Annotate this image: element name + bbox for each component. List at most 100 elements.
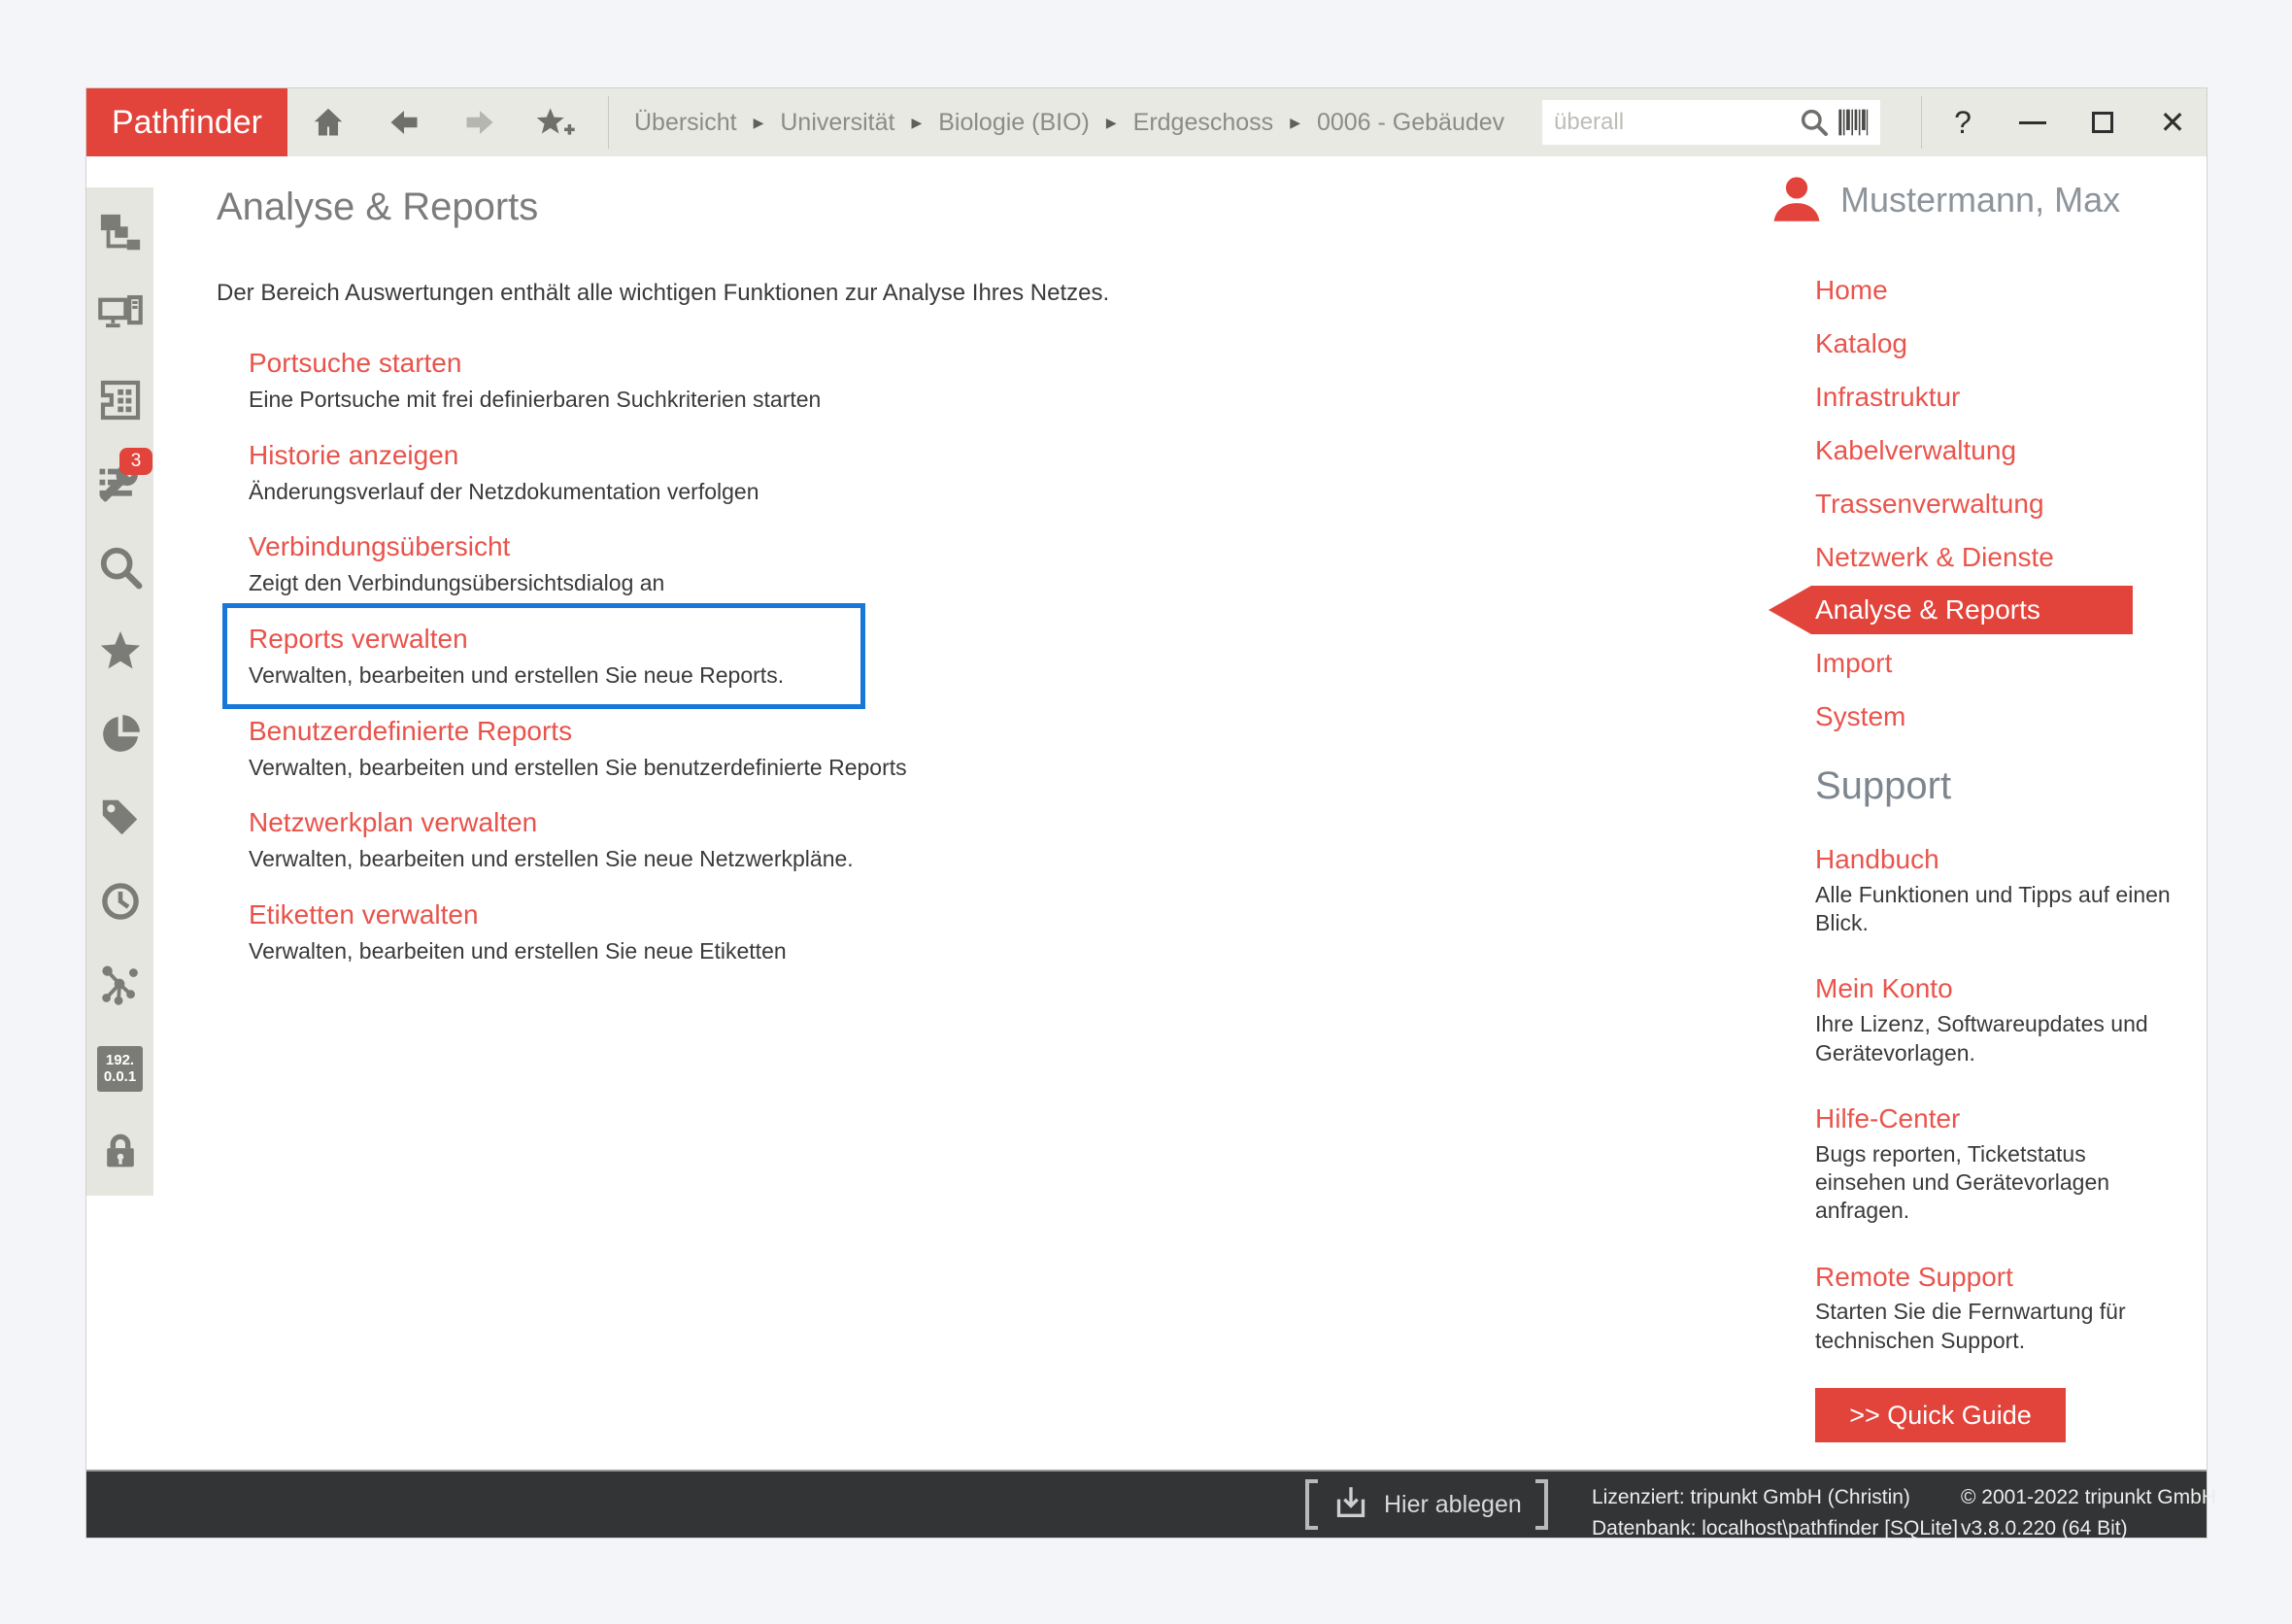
labels-icon[interactable] xyxy=(86,776,153,860)
nav-item-netzwerk-dienste[interactable]: Netzwerk & Dienste xyxy=(1769,530,2186,584)
version-line: v3.8.0.220 (64 Bit) xyxy=(1961,1513,2216,1544)
help-button[interactable]: ? xyxy=(1928,88,1998,156)
home-icon[interactable] xyxy=(307,103,350,142)
link-benutzerdefinierte-reports[interactable]: Benutzerdefinierte Reports xyxy=(249,716,572,747)
close-button[interactable]: ✕ xyxy=(2138,88,2208,156)
link-netzwerkplan-verwalten[interactable]: Netzwerkplan verwalten xyxy=(249,807,537,838)
maximize-button[interactable] xyxy=(2068,88,2138,156)
magnifier-icon[interactable] xyxy=(1797,105,1832,140)
history-icon[interactable] xyxy=(86,860,153,943)
floorplan-icon[interactable] xyxy=(86,358,153,442)
maximize-icon xyxy=(2092,112,2113,133)
ip-box: 192. 0.0.1 xyxy=(97,1046,143,1092)
link-item: Portsuche starten Eine Portsuche mit fre… xyxy=(249,348,1421,413)
license-line: Lizenziert: tripunkt GmbH (Christin) xyxy=(1592,1482,1958,1513)
support-item: Remote Support Starten Sie die Fernwartu… xyxy=(1769,1261,2176,1355)
app-logo: Pathfinder xyxy=(86,88,287,156)
plan-icon[interactable] xyxy=(86,191,153,275)
minimize-icon xyxy=(2019,121,2046,124)
nav-item-home[interactable]: Home xyxy=(1769,263,2186,317)
toolbar xyxy=(307,103,577,142)
security-icon[interactable] xyxy=(86,1110,153,1194)
link-reports-verwalten[interactable]: Reports verwalten xyxy=(249,624,468,655)
window-controls: ? ✕ xyxy=(1928,88,2208,156)
support-description: Starten Sie die Fernwartung für technisc… xyxy=(1815,1298,2176,1355)
nav-item-infrastruktur[interactable]: Infrastruktur xyxy=(1769,370,2186,423)
highlight-box: Reports verwalten Verwalten, bearbeiten … xyxy=(222,603,865,709)
breadcrumb-item[interactable]: Übersicht xyxy=(634,109,737,137)
link-item: Historie anzeigen Änderungsverlauf der N… xyxy=(249,440,1421,505)
quick-guide-button[interactable]: >> Quick Guide xyxy=(1815,1388,2066,1442)
link-item: Benutzerdefinierte Reports Verwalten, be… xyxy=(249,716,1421,781)
nav-item-trassenverwaltung[interactable]: Trassenverwaltung xyxy=(1769,477,2186,530)
back-icon[interactable] xyxy=(383,103,425,142)
main-content: Analyse & Reports Der Bereich Auswertung… xyxy=(217,186,1421,991)
user-avatar-icon xyxy=(1769,172,1825,228)
support-heading: Support xyxy=(1769,764,2186,808)
link-description: Zeigt den Verbindungsübersichtsdialog an xyxy=(249,570,1421,595)
support-description: Bugs reporten, Ticketstatus einsehen und… xyxy=(1815,1140,2176,1226)
nav-item-katalog[interactable]: Katalog xyxy=(1769,317,2186,370)
breadcrumb: Übersicht ▶ Universität ▶ Biologie (BIO)… xyxy=(634,109,1504,137)
ip-addresses-icon[interactable]: 192. 0.0.1 xyxy=(86,1027,153,1110)
drop-bracket-left xyxy=(1305,1479,1318,1530)
breadcrumb-separator-icon: ▶ xyxy=(754,115,764,131)
search-input[interactable] xyxy=(1552,108,1793,137)
support-item: Hilfe-Center Bugs reporten, Ticketstatus… xyxy=(1769,1102,2176,1226)
link-verbindungsuebersicht[interactable]: Verbindungsübersicht xyxy=(249,531,510,562)
app-window: Pathfinder Übersicht ▶ Universität ▶ Bio… xyxy=(85,87,2208,1539)
support-description: Alle Funktionen und Tipps auf einen Blic… xyxy=(1815,881,2176,938)
breadcrumb-item[interactable]: Erdgeschoss xyxy=(1133,109,1274,137)
page-intro: Der Bereich Auswertungen enthält alle wi… xyxy=(217,280,1421,307)
breadcrumb-item[interactable]: 0006 - Gebäudev xyxy=(1317,109,1504,137)
barcode-icon[interactable] xyxy=(1836,105,1871,140)
link-description: Eine Portsuche mit frei definierbaren Su… xyxy=(249,387,1421,412)
link-item: Netzwerkplan verwalten Verwalten, bearbe… xyxy=(249,807,1421,872)
left-icon-sidebar: 3 192. 0.0.1 xyxy=(86,187,153,1196)
link-description: Verwalten, bearbeiten und erstellen Sie … xyxy=(249,938,1421,964)
nav-item-kabelverwaltung[interactable]: Kabelverwaltung xyxy=(1769,423,2186,477)
breadcrumb-item[interactable]: Universität xyxy=(780,109,894,137)
controls-divider xyxy=(1921,96,1922,149)
reports-icon[interactable] xyxy=(86,693,153,776)
link-description: Verwalten, bearbeiten und erstellen Sie … xyxy=(249,755,1421,780)
user-menu[interactable]: Mustermann, Max xyxy=(1769,171,2186,229)
add-favorite-icon[interactable] xyxy=(534,103,577,142)
topology-icon[interactable] xyxy=(86,943,153,1027)
devices-icon[interactable] xyxy=(86,275,153,358)
license-info: Lizenziert: tripunkt GmbH (Christin) Dat… xyxy=(1592,1482,1958,1543)
tasks-icon[interactable]: 3 xyxy=(86,442,153,525)
link-handbuch[interactable]: Handbuch xyxy=(1815,843,1939,876)
link-mein-konto[interactable]: Mein Konto xyxy=(1815,972,1953,1005)
link-item: Verbindungsübersicht Zeigt den Verbindun… xyxy=(249,531,1421,596)
search-icon[interactable] xyxy=(86,525,153,609)
main-nav: Home Katalog Infrastruktur Kabelverwaltu… xyxy=(1769,263,2186,743)
search-box xyxy=(1542,100,1880,145)
link-description: Verwalten, bearbeiten und erstellen Sie … xyxy=(249,662,851,688)
copyright-info: © 2001-2022 tripunkt GmbH v3.8.0.220 (64… xyxy=(1961,1482,2216,1543)
nav-item-import[interactable]: Import xyxy=(1769,636,2186,690)
nav-item-system[interactable]: System xyxy=(1769,690,2186,743)
action-link-list: Portsuche starten Eine Portsuche mit fre… xyxy=(249,348,1421,964)
drop-zone[interactable]: Hier ablegen xyxy=(1305,1479,1548,1530)
support-item: Mein Konto Ihre Lizenz, Softwareupdates … xyxy=(1769,972,2176,1066)
link-item: Etiketten verwalten Verwalten, bearbeite… xyxy=(249,899,1421,964)
link-historie-anzeigen[interactable]: Historie anzeigen xyxy=(249,440,458,471)
link-etiketten-verwalten[interactable]: Etiketten verwalten xyxy=(249,899,479,930)
minimize-button[interactable] xyxy=(1998,88,2068,156)
nav-item-analyse-reports[interactable]: Analyse & Reports xyxy=(1769,586,2133,634)
breadcrumb-item[interactable]: Biologie (BIO) xyxy=(938,109,1090,137)
breadcrumb-separator-icon: ▶ xyxy=(1106,115,1117,131)
link-portsuche-starten[interactable]: Portsuche starten xyxy=(249,348,461,379)
breadcrumb-separator-icon: ▶ xyxy=(1290,115,1300,131)
link-description: Verwalten, bearbeiten und erstellen Sie … xyxy=(249,846,1421,871)
forward-icon[interactable] xyxy=(458,103,501,142)
status-bar: Hier ablegen Lizenziert: tripunkt GmbH (… xyxy=(86,1470,2207,1538)
title-bar: Pathfinder Übersicht ▶ Universität ▶ Bio… xyxy=(86,88,2207,156)
user-name: Mustermann, Max xyxy=(1840,180,2120,220)
link-hilfe-center[interactable]: Hilfe-Center xyxy=(1815,1102,1960,1135)
favorites-icon[interactable] xyxy=(86,609,153,693)
link-remote-support[interactable]: Remote Support xyxy=(1815,1261,2013,1294)
drop-bracket-right xyxy=(1535,1479,1548,1530)
support-description: Ihre Lizenz, Softwareupdates und Gerätev… xyxy=(1815,1010,2176,1067)
